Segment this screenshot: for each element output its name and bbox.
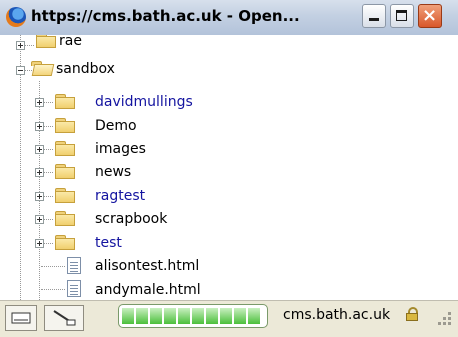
expand-icon[interactable]	[35, 239, 44, 248]
expand-icon[interactable]	[35, 98, 44, 107]
folder-icon	[55, 164, 75, 179]
folder-icon	[55, 188, 75, 203]
folder-icon	[55, 118, 75, 133]
tree-item-news[interactable]: news	[0, 160, 458, 183]
tree-item-rae[interactable]: rae	[0, 35, 458, 58]
progress-segment	[220, 308, 232, 324]
resize-grip-icon[interactable]	[436, 310, 454, 328]
progress-segment	[206, 308, 218, 324]
expand-icon[interactable]	[35, 122, 44, 131]
progress-segment	[136, 308, 148, 324]
tree-item-sandbox[interactable]: sandbox	[0, 58, 458, 81]
folder-icon	[55, 235, 75, 250]
progress-segment	[234, 308, 246, 324]
tree-item-davidmullings[interactable]: davidmullings	[0, 90, 458, 113]
minimize-icon	[369, 18, 379, 21]
tree-item-label: images	[95, 141, 146, 157]
progress-bar	[118, 304, 268, 328]
tree-item-label: Demo	[95, 118, 137, 134]
scroll-icon	[53, 310, 76, 326]
firefox-icon	[6, 7, 26, 27]
progress-segment	[122, 308, 134, 324]
document-icon	[67, 280, 81, 297]
tree-item-demo[interactable]: Demo	[0, 114, 458, 137]
tree-item-label: scrapbook	[95, 211, 168, 227]
tree-item-label: ragtest	[95, 188, 146, 204]
tree-item-scrapbook[interactable]: scrapbook	[0, 207, 458, 230]
folder-tree: rae sandbox davidmullings Demo images ne…	[0, 35, 458, 300]
document-status-button[interactable]	[5, 305, 37, 331]
folder-icon	[55, 94, 75, 109]
progress-segment	[178, 308, 190, 324]
tree-item-label: sandbox	[56, 61, 115, 77]
folder-icon	[36, 35, 56, 48]
scroll-status-button[interactable]	[44, 305, 84, 331]
maximize-button[interactable]	[390, 4, 414, 28]
tree-item-images[interactable]: images	[0, 137, 458, 160]
tree-item-alisontest[interactable]: alisontest.html	[0, 254, 458, 277]
close-icon: ×	[422, 5, 438, 26]
tree-item-label: alisontest.html	[95, 258, 200, 274]
progress-segment	[192, 308, 204, 324]
tree-item-label: news	[95, 164, 132, 180]
tree-item-label: rae	[59, 35, 82, 49]
progress-segment	[150, 308, 162, 324]
tree-item-test[interactable]: test	[0, 231, 458, 254]
document-icon	[67, 257, 81, 274]
tree-item-ragtest[interactable]: ragtest	[0, 184, 458, 207]
progress-segment	[248, 308, 260, 324]
title-bar[interactable]: https://cms.bath.ac.uk - Open... ×	[0, 0, 458, 36]
maximize-icon	[396, 10, 407, 21]
status-host: cms.bath.ac.uk	[283, 307, 391, 323]
close-button[interactable]: ×	[418, 4, 442, 28]
minimize-button[interactable]	[362, 4, 386, 28]
lock-icon[interactable]	[405, 307, 419, 321]
open-folder-icon	[31, 61, 55, 76]
folder-icon	[55, 211, 75, 226]
document-icon	[11, 312, 31, 324]
browser-window: https://cms.bath.ac.uk - Open... × rae s…	[0, 0, 458, 337]
expand-icon[interactable]	[35, 215, 44, 224]
tree-item-andymale[interactable]: andymale.html	[0, 277, 458, 300]
tree-item-label: andymale.html	[95, 282, 201, 298]
expand-icon[interactable]	[35, 168, 44, 177]
expand-icon[interactable]	[35, 192, 44, 201]
folder-icon	[55, 141, 75, 156]
expand-icon[interactable]	[35, 145, 44, 154]
progress-segment	[164, 308, 176, 324]
expand-icon[interactable]	[16, 41, 25, 50]
collapse-icon[interactable]	[16, 66, 25, 75]
tree-item-label: test	[95, 235, 122, 251]
tree-item-label: davidmullings	[95, 94, 193, 110]
window-title: https://cms.bath.ac.uk - Open...	[31, 7, 300, 25]
